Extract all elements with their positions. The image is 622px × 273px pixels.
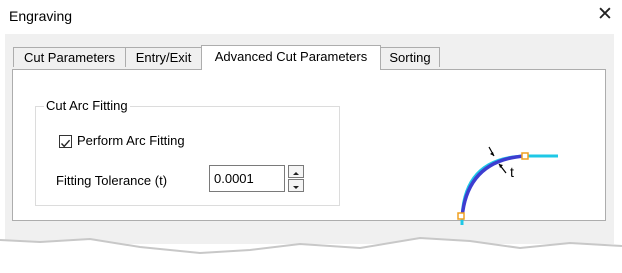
tab-sorting[interactable]: Sorting <box>380 47 440 67</box>
arc-fitting-diagram: t <box>438 125 573 248</box>
spin-down-button[interactable] <box>288 179 304 192</box>
tab-cut-parameters[interactable]: Cut Parameters <box>13 47 126 67</box>
checkmark-icon <box>60 139 71 148</box>
arc-start-point <box>457 212 465 220</box>
dialog-body: Cut Parameters Entry/Exit Advanced Cut P… <box>5 34 614 248</box>
arc-fitting-illustration: t <box>457 146 558 248</box>
group-label: Cut Arc Fitting <box>44 98 130 113</box>
tab-entry-exit[interactable]: Entry/Exit <box>125 47 202 67</box>
engraving-dialog: Engraving ✕ Cut Parameters Entry/Exit Ad… <box>0 0 622 273</box>
fitting-tolerance-spinner <box>288 165 304 192</box>
arrow-down-icon <box>293 186 299 189</box>
fitting-tolerance-label: Fitting Tolerance (t) <box>56 173 168 188</box>
perform-arc-fitting-checkbox[interactable] <box>59 135 72 148</box>
torn-edge <box>0 236 622 273</box>
arc-end-point <box>521 152 529 160</box>
tab-advanced-cut-parameters[interactable]: Advanced Cut Parameters <box>201 45 381 70</box>
tab-panel: Cut Arc Fitting Perform Arc Fitting Fitt… <box>12 69 606 248</box>
arrow-up-icon <box>293 172 299 175</box>
close-icon[interactable]: ✕ <box>594 4 616 26</box>
tolerance-label: t <box>510 164 514 180</box>
perform-arc-fitting-label[interactable]: Perform Arc Fitting <box>77 133 185 148</box>
spin-up-button[interactable] <box>288 165 304 178</box>
dialog-title: Engraving <box>9 8 73 24</box>
title-bar: Engraving ✕ <box>0 0 622 34</box>
fitted-arc <box>460 154 526 219</box>
fitting-tolerance-input[interactable] <box>209 165 285 192</box>
